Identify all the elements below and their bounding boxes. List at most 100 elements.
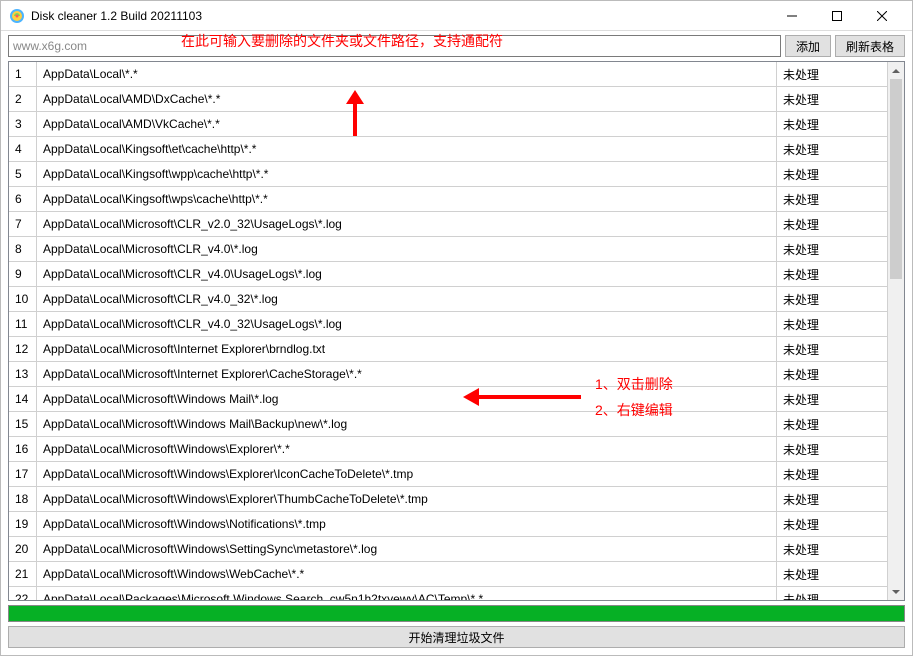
table-row[interactable]: 5AppData\Local\Kingsoft\wpp\cache\http\*… (9, 162, 887, 187)
table-row[interactable]: 7AppData\Local\Microsoft\CLR_v2.0_32\Usa… (9, 212, 887, 237)
table-row[interactable]: 20AppData\Local\Microsoft\Windows\Settin… (9, 537, 887, 562)
table-row[interactable]: 16AppData\Local\Microsoft\Windows\Explor… (9, 437, 887, 462)
row-path: AppData\Local\Packages\Microsoft.Windows… (37, 587, 777, 600)
row-status: 未处理 (777, 337, 887, 361)
row-path: AppData\Local\Microsoft\Windows Mail\*.l… (37, 387, 777, 411)
row-number: 8 (9, 237, 37, 261)
row-status: 未处理 (777, 312, 887, 336)
progress-bar (8, 605, 905, 622)
row-number: 3 (9, 112, 37, 136)
grid-body[interactable]: 1AppData\Local\*.*未处理2AppData\Local\AMD\… (9, 62, 887, 600)
table-row[interactable]: 2AppData\Local\AMD\DxCache\*.*未处理 (9, 87, 887, 112)
titlebar: Disk cleaner 1.2 Build 20211103 (1, 1, 912, 31)
chevron-down-icon (892, 590, 900, 594)
row-path: AppData\Local\Microsoft\Internet Explore… (37, 362, 777, 386)
scrollbar-thumb[interactable] (890, 79, 902, 279)
row-number: 21 (9, 562, 37, 586)
row-path: AppData\Local\Kingsoft\et\cache\http\*.* (37, 137, 777, 161)
minimize-button[interactable] (769, 1, 814, 30)
row-path: AppData\Local\Microsoft\CLR_v4.0\*.log (37, 237, 777, 261)
path-input[interactable] (8, 35, 781, 57)
row-path: AppData\Local\Microsoft\Internet Explore… (37, 337, 777, 361)
row-status: 未处理 (777, 137, 887, 161)
row-path: AppData\Local\Kingsoft\wps\cache\http\*.… (37, 187, 777, 211)
row-path: AppData\Local\Microsoft\Windows\WebCache… (37, 562, 777, 586)
window-title: Disk cleaner 1.2 Build 20211103 (31, 9, 202, 23)
table-row[interactable]: 14AppData\Local\Microsoft\Windows Mail\*… (9, 387, 887, 412)
row-number: 4 (9, 137, 37, 161)
row-status: 未处理 (777, 162, 887, 186)
vertical-scrollbar[interactable] (887, 62, 904, 600)
row-number: 5 (9, 162, 37, 186)
table-row[interactable]: 22AppData\Local\Packages\Microsoft.Windo… (9, 587, 887, 600)
row-status: 未处理 (777, 212, 887, 236)
row-status: 未处理 (777, 87, 887, 111)
table-row[interactable]: 17AppData\Local\Microsoft\Windows\Explor… (9, 462, 887, 487)
row-number: 12 (9, 337, 37, 361)
table-row[interactable]: 13AppData\Local\Microsoft\Internet Explo… (9, 362, 887, 387)
row-path: AppData\Local\Microsoft\Windows\SettingS… (37, 537, 777, 561)
row-status: 未处理 (777, 187, 887, 211)
row-number: 13 (9, 362, 37, 386)
table-row[interactable]: 18AppData\Local\Microsoft\Windows\Explor… (9, 487, 887, 512)
row-number: 20 (9, 537, 37, 561)
action-bar: 开始清理垃圾文件 (8, 626, 905, 648)
grid: 1AppData\Local\*.*未处理2AppData\Local\AMD\… (8, 61, 905, 601)
row-status: 未处理 (777, 387, 887, 411)
row-path: AppData\Local\AMD\VkCache\*.* (37, 112, 777, 136)
chevron-up-icon (892, 69, 900, 73)
row-number: 16 (9, 437, 37, 461)
maximize-button[interactable] (814, 1, 859, 30)
table-row[interactable]: 8AppData\Local\Microsoft\CLR_v4.0\*.log未… (9, 237, 887, 262)
row-status: 未处理 (777, 487, 887, 511)
row-path: AppData\Local\Microsoft\Windows Mail\Bac… (37, 412, 777, 436)
row-path: AppData\Local\Microsoft\CLR_v2.0_32\Usag… (37, 212, 777, 236)
row-status: 未处理 (777, 512, 887, 536)
row-number: 11 (9, 312, 37, 336)
row-number: 6 (9, 187, 37, 211)
table-row[interactable]: 4AppData\Local\Kingsoft\et\cache\http\*.… (9, 137, 887, 162)
row-path: AppData\Local\Kingsoft\wpp\cache\http\*.… (37, 162, 777, 186)
refresh-button[interactable]: 刷新表格 (835, 35, 905, 57)
table-row[interactable]: 6AppData\Local\Kingsoft\wps\cache\http\*… (9, 187, 887, 212)
row-status: 未处理 (777, 62, 887, 86)
scroll-up-button[interactable] (888, 62, 904, 79)
row-path: AppData\Local\Microsoft\CLR_v4.0_32\Usag… (37, 312, 777, 336)
table-row[interactable]: 11AppData\Local\Microsoft\CLR_v4.0_32\Us… (9, 312, 887, 337)
row-number: 14 (9, 387, 37, 411)
table-row[interactable]: 19AppData\Local\Microsoft\Windows\Notifi… (9, 512, 887, 537)
row-number: 1 (9, 62, 37, 86)
row-path: AppData\Local\Microsoft\Windows\Explorer… (37, 437, 777, 461)
row-path: AppData\Local\Microsoft\Windows\Explorer… (37, 487, 777, 511)
row-path: AppData\Local\*.* (37, 62, 777, 86)
row-path: AppData\Local\Microsoft\Windows\Notifica… (37, 512, 777, 536)
row-path: AppData\Local\Microsoft\Windows\Explorer… (37, 462, 777, 486)
row-status: 未处理 (777, 362, 887, 386)
row-number: 17 (9, 462, 37, 486)
row-status: 未处理 (777, 437, 887, 461)
minimize-icon (787, 11, 797, 21)
app-icon (9, 8, 25, 24)
table-row[interactable]: 21AppData\Local\Microsoft\Windows\WebCac… (9, 562, 887, 587)
row-status: 未处理 (777, 287, 887, 311)
row-status: 未处理 (777, 587, 887, 600)
close-icon (877, 11, 887, 21)
row-status: 未处理 (777, 412, 887, 436)
add-button[interactable]: 添加 (785, 35, 831, 57)
start-clean-button[interactable]: 开始清理垃圾文件 (8, 626, 905, 648)
row-number: 19 (9, 512, 37, 536)
scroll-down-button[interactable] (888, 583, 904, 600)
toolbar: 添加 刷新表格 在此可输入要删除的文件夹或文件路径，支持通配符 (1, 31, 912, 61)
row-status: 未处理 (777, 237, 887, 261)
table-row[interactable]: 10AppData\Local\Microsoft\CLR_v4.0_32\*.… (9, 287, 887, 312)
close-button[interactable] (859, 1, 904, 30)
table-row[interactable]: 1AppData\Local\*.*未处理 (9, 62, 887, 87)
maximize-icon (832, 11, 842, 21)
table-row[interactable]: 9AppData\Local\Microsoft\CLR_v4.0\UsageL… (9, 262, 887, 287)
row-number: 7 (9, 212, 37, 236)
table-row[interactable]: 3AppData\Local\AMD\VkCache\*.*未处理 (9, 112, 887, 137)
table-row[interactable]: 15AppData\Local\Microsoft\Windows Mail\B… (9, 412, 887, 437)
row-number: 15 (9, 412, 37, 436)
row-status: 未处理 (777, 262, 887, 286)
table-row[interactable]: 12AppData\Local\Microsoft\Internet Explo… (9, 337, 887, 362)
